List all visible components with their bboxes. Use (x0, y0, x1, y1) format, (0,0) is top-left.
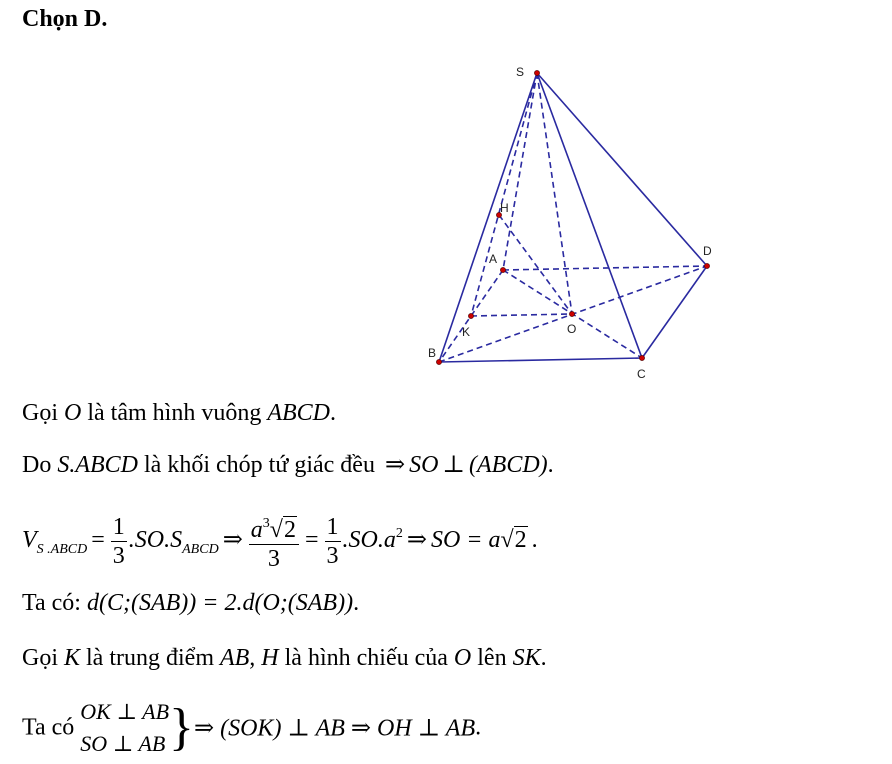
radicand: 2 (513, 526, 528, 554)
system-of-conditions: OK ⊥ AB SO ⊥ AB (80, 696, 169, 760)
sqrt-icon: √ (500, 527, 514, 554)
math-so: SO (409, 452, 439, 478)
fraction-volume: a3√2 3 (248, 510, 299, 573)
equals: = (91, 527, 105, 554)
condition-row: SO ⊥ AB (80, 731, 166, 756)
text: Do (22, 452, 58, 478)
math-sk: SK (512, 645, 541, 671)
line-center-o: Gọi O là tâm hình vuông ABCD. (22, 400, 336, 427)
point-S (534, 70, 540, 76)
text: Ta có: (22, 590, 87, 616)
denominator: 3 (326, 543, 339, 569)
text: Gọi (22, 645, 64, 671)
punct: . (475, 714, 482, 741)
numerator: 1 (110, 514, 127, 542)
text: lên (471, 645, 513, 671)
pyramid-diagram: S A B C D O K H (428, 65, 712, 381)
math-o: O (64, 400, 82, 426)
point-O (569, 311, 575, 317)
line-define-k-h: Gọi K là trung điểm AB, H là hình chiếu … (22, 645, 547, 672)
hidden-edge-SK (470, 72, 538, 317)
right-brace-icon: } (169, 699, 194, 756)
math-ab-h: AB, H (219, 645, 279, 671)
math-abcd: ABCD (267, 400, 330, 426)
fraction-one-third: 13 (324, 513, 341, 570)
text: là khối chóp tứ giác đều (138, 452, 381, 478)
edge-SB (438, 72, 538, 363)
text: Ta có (22, 714, 81, 741)
implies-symbol: ⇒ (384, 452, 406, 478)
fraction-one-third: 13 (110, 513, 127, 570)
punct: . (353, 590, 360, 616)
line-volume-formula: VS .ABCD = 1 3 .SO.SABCD ⇒ a3√2 3 = 1 3 .SO.a2 ⇒ SO =… (22, 510, 538, 573)
label-A: A (489, 252, 497, 266)
edge-CD (641, 265, 708, 359)
implies-symbol: ⇒ (222, 527, 243, 554)
label-C: C (637, 367, 646, 381)
radicand: 2 (282, 516, 297, 543)
numerator: a3√2 (248, 510, 299, 545)
point-D (704, 263, 710, 269)
label-S: S (516, 65, 524, 79)
exponent: 2 (395, 526, 403, 542)
sqrt-icon: √ (269, 517, 283, 543)
text: là hình chiếu của (278, 645, 454, 671)
exponent: 3 (262, 516, 270, 531)
text: là tâm hình vuông (81, 400, 268, 426)
text: Gọi (22, 400, 64, 426)
punct: . (540, 645, 547, 671)
punct: . (547, 452, 554, 478)
label-K: K (462, 325, 470, 339)
point-C (639, 355, 645, 361)
label-D: D (703, 244, 712, 258)
edge-SD (536, 72, 708, 267)
answer-heading: Chọn D. (22, 6, 108, 32)
math-so-s: .SO.S (128, 527, 183, 554)
hidden-edge-HO (498, 214, 573, 315)
edge-SC (536, 72, 643, 359)
denominator: 3 (112, 543, 125, 569)
numerator: 1 (324, 514, 341, 542)
perp-symbol: ⊥ (442, 452, 465, 478)
text: là trung điểm (80, 645, 220, 671)
point-B (436, 359, 442, 365)
math-k: K (64, 645, 81, 671)
line-perpendicular-system: Ta có OK ⊥ AB SO ⊥ AB}⇒ (SOK) ⊥ AB ⇒ OH ⊥… (22, 696, 481, 760)
condition-row: OK ⊥ AB (80, 699, 170, 724)
line-regular-pyramid: Do S.ABCD là khối chóp tứ giác đều ⇒ SO ⊥(… (22, 450, 554, 479)
label-O: O (567, 322, 576, 336)
math-so-a: .SO.a (342, 527, 396, 554)
hidden-edge-AD (502, 265, 708, 271)
label-H: H (500, 201, 509, 215)
punct: . (531, 527, 538, 554)
math-a: a (250, 517, 263, 543)
hidden-edge-SA (502, 72, 538, 271)
point-A (500, 267, 506, 273)
math-abcd-plane: (ABCD) (469, 452, 548, 478)
math-o: O (453, 645, 472, 671)
hidden-edge-KO (470, 313, 573, 317)
math-v: V (22, 527, 37, 554)
math-distance-expr: d(C;(SAB)) = 2.d(O;(SAB)) (86, 590, 354, 616)
math-conclusion: ⇒ (SOK) ⊥ AB ⇒ OH ⊥ AB (194, 715, 476, 742)
point-K (468, 313, 474, 319)
label-B: B (428, 346, 436, 360)
math-so-result: SO = a (430, 527, 501, 554)
equals: = (304, 527, 319, 554)
math-sabcd: S.ABCD (57, 452, 139, 478)
edge-BC (438, 357, 643, 363)
denominator: 3 (267, 546, 280, 572)
punct: . (330, 400, 336, 426)
hidden-edge-SO (536, 72, 573, 315)
subscript: S .ABCD (36, 542, 88, 558)
subscript: ABCD (182, 542, 219, 558)
implies-symbol: ⇒ (406, 527, 427, 554)
line-distance-relation: Ta có: d(C;(SAB)) = 2.d(O;(SAB)). (22, 590, 359, 617)
